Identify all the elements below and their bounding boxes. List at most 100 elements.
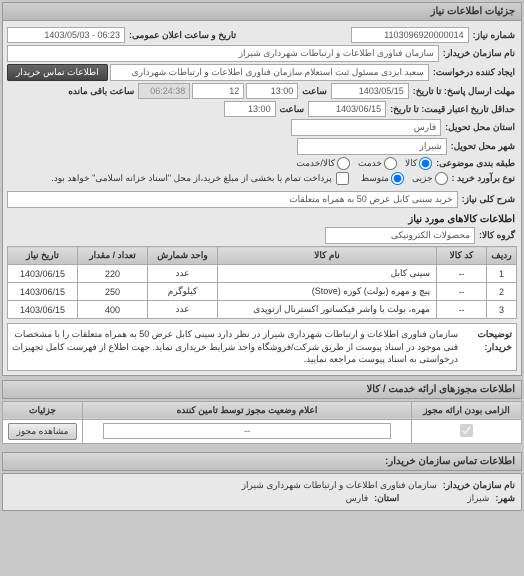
group-type-r3[interactable]: کالا/خدمت: [296, 157, 350, 170]
group-type-r1[interactable]: کالا: [405, 157, 432, 170]
group-type-r1-label: کالا: [405, 158, 417, 169]
col-code: کد کالا: [437, 247, 487, 265]
req-no-label: شماره نیاز:: [471, 30, 517, 41]
c-city-value: شیراز: [465, 493, 491, 504]
need-type-r1-label: جزیی: [412, 173, 433, 184]
group-type-r2-label: خدمت: [358, 158, 382, 169]
time-label-1: ساعت: [300, 86, 329, 97]
col-idx: ردیف: [487, 247, 517, 265]
goods-group-label: گروه کالا:: [477, 230, 517, 241]
deadline-reply-time: 13:00: [246, 83, 298, 99]
lic-status-select[interactable]: --: [103, 423, 391, 439]
province-label: استان محل تحویل:: [443, 122, 517, 133]
table-row: 1--سینی کابلعدد2201403/06/15: [8, 265, 517, 283]
goods-group-field: محصولات الکترونیکی: [325, 227, 475, 244]
lic-status-cell: --: [83, 419, 412, 443]
validity-date: 1403/06/15: [308, 101, 386, 117]
cell-idx: 2: [487, 283, 517, 301]
lic-mandatory-checkbox: [460, 424, 473, 437]
cell-date: 1403/06/15: [8, 283, 78, 301]
contact-buyer-button[interactable]: اطلاعات تماس خریدار: [7, 64, 108, 81]
group-type-r2[interactable]: خدمت: [358, 157, 397, 170]
table-row: 2--پیچ و مهره (بولت) کوره (Stove)کیلوگرم…: [8, 283, 517, 301]
group-type-r1-input[interactable]: [419, 157, 432, 170]
remaining-days: 12: [192, 83, 244, 99]
cell-date: 1403/06/15: [8, 265, 78, 283]
goods-table: ردیف کد کالا نام کالا واحد شمارش تعداد /…: [7, 246, 517, 319]
validity-time: 13:00: [224, 101, 276, 117]
req-no-field: 1103096920000014: [351, 27, 469, 43]
validity-label: حداقل تاریخ اعتبار قیمت: تا تاریخ:: [388, 104, 517, 115]
license-section-header: اطلاعات مجوزهای ارائه خدمت / کالا: [2, 380, 522, 399]
requester-label: ایجاد کننده درخواست:: [431, 67, 517, 78]
province-field: فارس: [291, 119, 441, 136]
city-field: شیراز: [297, 138, 447, 155]
cell-code: --: [437, 301, 487, 319]
desc-text: سازمان فناوری اطلاعات و ارتباطات شهرداری…: [12, 328, 458, 366]
cell-unit: عدد: [148, 265, 218, 283]
need-details-panel: جزئیات اطلاعات نیاز شماره نیاز: 11030969…: [2, 2, 522, 376]
lic-col-ops: جزئیات: [3, 401, 83, 419]
cell-qty: 220: [78, 265, 148, 283]
buyer-label: نام سازمان خریدار:: [441, 48, 517, 59]
need-type-label: نوع برآورد خرید :: [450, 173, 517, 184]
lic-col-status: اعلام وضعیت مجوز توسط تامین کننده: [83, 401, 412, 419]
license-row: -- مشاهده مجوز: [3, 419, 522, 443]
cell-idx: 3: [487, 301, 517, 319]
lic-col-mandatory: الزامی بودن ارائه مجوز: [412, 401, 522, 419]
need-type-radios: جزیی متوسط: [361, 172, 448, 185]
group-type-r2-input[interactable]: [384, 157, 397, 170]
contact-section-header: اطلاعات تماس سازمان خریدار:: [2, 452, 522, 471]
need-type-r2-label: متوسط: [361, 173, 389, 184]
title-label: شرح کلی نیاز:: [460, 194, 517, 205]
treasury-note: پرداخت تمام یا بخشی از مبلغ خرید،از محل …: [49, 173, 333, 184]
col-unit: واحد شمارش: [148, 247, 218, 265]
c-prov-label: استان:: [372, 493, 401, 504]
cell-code: --: [437, 265, 487, 283]
view-license-button[interactable]: مشاهده مجوز: [8, 423, 78, 440]
lic-mandatory-cell: [412, 419, 522, 443]
group-type-r3-input[interactable]: [337, 157, 350, 170]
need-type-r2-input[interactable]: [391, 172, 404, 185]
group-type-r3-label: کالا/خدمت: [296, 158, 335, 169]
cell-idx: 1: [487, 265, 517, 283]
cell-name: پیچ و مهره (بولت) کوره (Stove): [218, 283, 437, 301]
cell-name: سینی کابل: [218, 265, 437, 283]
deadline-reply-label: مهلت ارسال پاسخ: تا تاریخ:: [411, 86, 517, 97]
deadline-reply-date: 1403/05/15: [331, 83, 409, 99]
cell-qty: 250: [78, 283, 148, 301]
need-type-r1[interactable]: جزیی: [412, 172, 448, 185]
license-table-header: الزامی بودن ارائه مجوز اعلام وضعیت مجوز …: [3, 401, 522, 419]
panel-header: جزئیات اطلاعات نیاز: [3, 3, 521, 21]
col-name: نام کالا: [218, 247, 437, 265]
goods-section-title: اطلاعات کالاهای مورد نیاز: [9, 214, 515, 225]
col-date: تاریخ نیاز: [8, 247, 78, 265]
requester-field: سعید ایزدی مسئول ثبت استعلام سازمان فناو…: [110, 64, 429, 81]
need-type-r2[interactable]: متوسط: [361, 172, 404, 185]
buyer-description: توضیحات خریدار: سازمان فناوری اطلاعات و …: [7, 323, 517, 371]
buyer-field: سازمان فناوری اطلاعات و ارتباطات شهرداری…: [7, 45, 439, 62]
treasury-checkbox[interactable]: [336, 172, 349, 185]
time-label-2: ساعت: [278, 104, 307, 115]
table-row: 3--مهره، بولت یا واشر فیکساتور اکسترنال …: [8, 301, 517, 319]
group-type-radios: کالا خدمت کالا/خدمت: [296, 157, 432, 170]
cell-unit: عدد: [148, 301, 218, 319]
need-type-r1-input[interactable]: [435, 172, 448, 185]
lic-ops-cell: مشاهده مجوز: [3, 419, 83, 443]
announce-field: 06:23 - 1403/05/03: [7, 27, 125, 43]
cell-date: 1403/06/15: [8, 301, 78, 319]
group-type-label: طبقه بندی موضوعی:: [434, 158, 517, 169]
c-city-label: شهر:: [493, 493, 517, 504]
remaining-time: 06:24:38: [138, 83, 190, 99]
c-org-value: سازمان فناوری اطلاعات و ارتباطات شهرداری…: [240, 480, 439, 491]
cell-code: --: [437, 283, 487, 301]
desc-label: توضیحات خریدار:: [462, 328, 512, 366]
c-prov-value: فارس: [344, 493, 370, 504]
cell-unit: کیلوگرم: [148, 283, 218, 301]
title-field: خرید سینی کابل عرض 50 به همراه متعلقات: [7, 191, 458, 208]
goods-table-header: ردیف کد کالا نام کالا واحد شمارش تعداد /…: [8, 247, 517, 265]
cell-name: مهره، بولت یا واشر فیکساتور اکسترنال ارت…: [218, 301, 437, 319]
city-label: شهر محل تحویل:: [449, 141, 517, 152]
c-org-label: نام سازمان خریدار:: [441, 480, 517, 491]
announce-label: تاریخ و ساعت اعلان عمومی:: [127, 30, 238, 41]
